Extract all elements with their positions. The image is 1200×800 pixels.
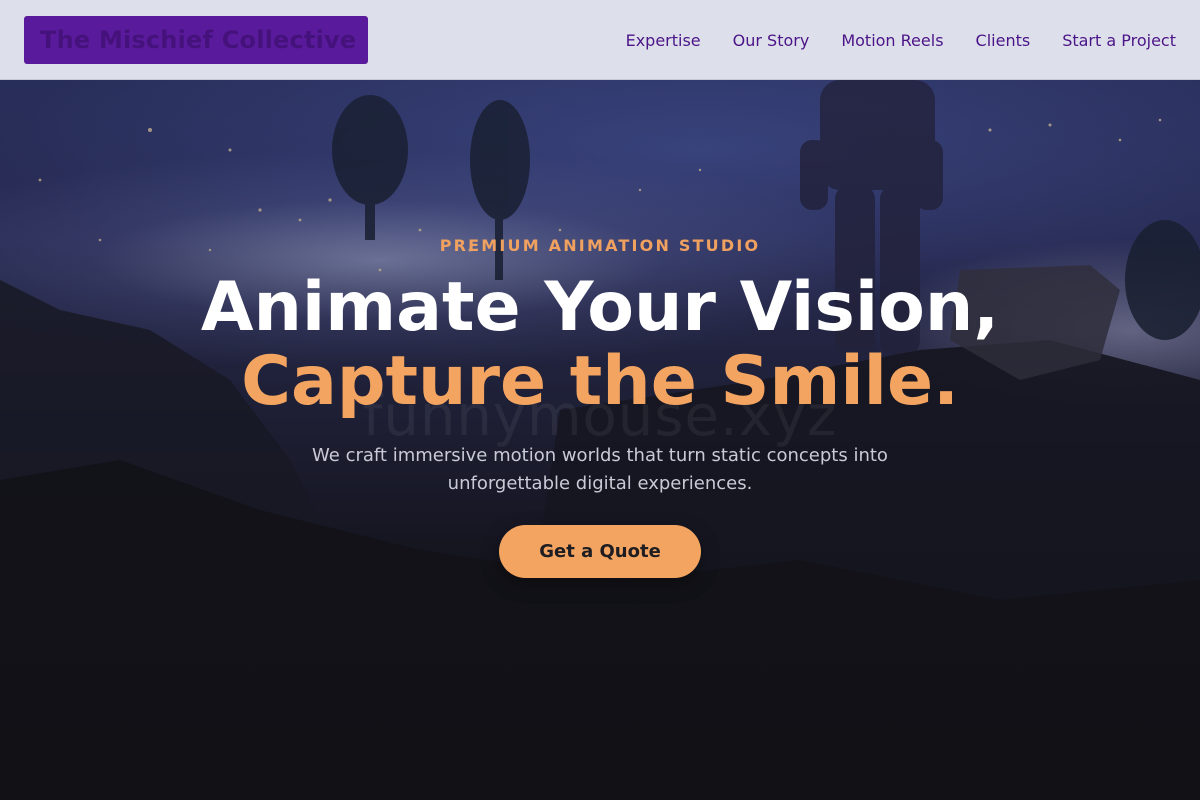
nav-link-clients[interactable]: Clients xyxy=(976,31,1031,50)
hero-eyebrow: PREMIUM ANIMATION STUDIO xyxy=(439,236,761,255)
nav-link-motion-reels[interactable]: Motion Reels xyxy=(841,31,943,50)
nav-link-expertise[interactable]: Expertise xyxy=(626,31,701,50)
main-nav: Expertise Our Story Motion Reels Clients… xyxy=(626,0,1176,80)
brand-logo[interactable]: The Mischief Collective xyxy=(24,16,368,64)
hero-title: Animate Your Vision, xyxy=(200,268,1000,347)
hero-subtitle: We craft immersive motion worlds that tu… xyxy=(312,445,888,494)
site-header: The Mischief Collective Expertise Our St… xyxy=(0,0,1200,80)
hero-title-accent: Capture the Smile. xyxy=(241,342,959,421)
nav-link-start-a-project[interactable]: Start a Project xyxy=(1062,31,1176,50)
nav-link-our-story[interactable]: Our Story xyxy=(733,31,810,50)
get-a-quote-button[interactable]: Get a Quote xyxy=(499,525,701,578)
